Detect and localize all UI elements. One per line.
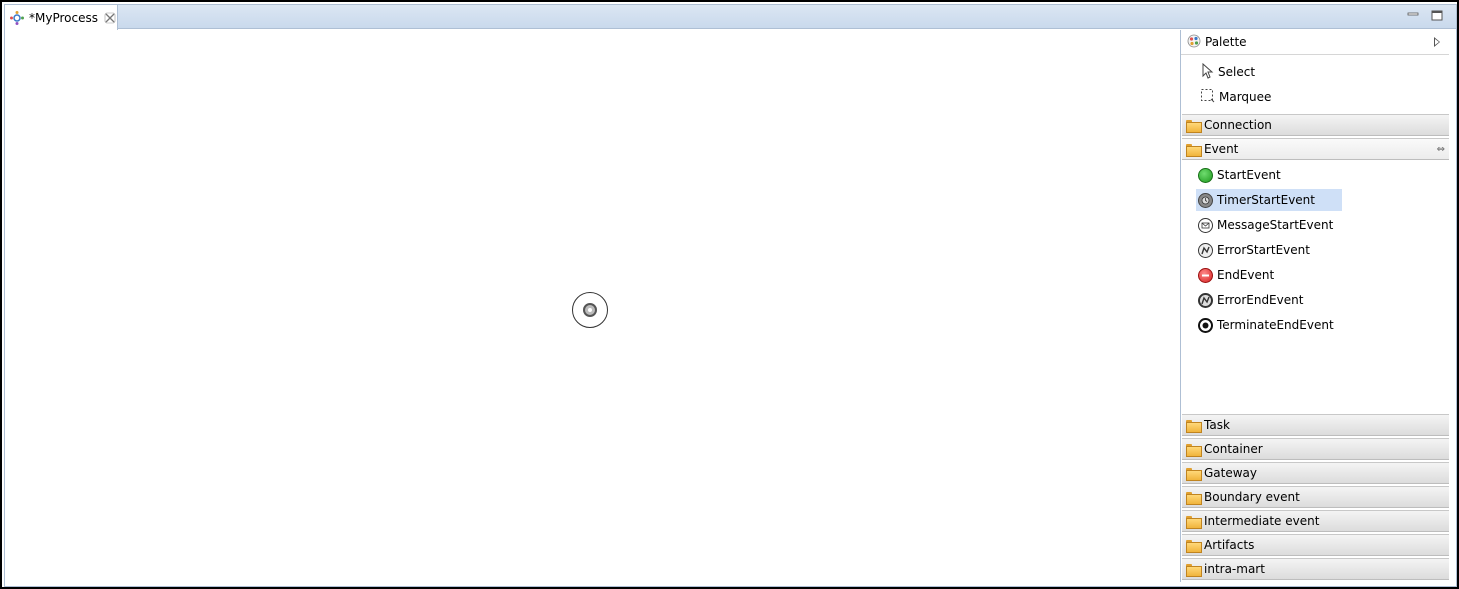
close-icon[interactable] bbox=[104, 12, 116, 24]
drawer-artifacts[interactable]: Artifacts bbox=[1182, 534, 1449, 556]
drawer-task[interactable]: Task bbox=[1182, 414, 1449, 436]
marquee-icon bbox=[1200, 88, 1215, 106]
palette-item-timer-start-event[interactable]: TimerStartEvent bbox=[1196, 189, 1342, 211]
drawer-intermediate-event[interactable]: Intermediate event bbox=[1182, 510, 1449, 532]
drawer-label: intra-mart bbox=[1204, 562, 1265, 576]
palette: Palette Select Marquee Connection Event … bbox=[1180, 30, 1449, 582]
pin-icon[interactable]: ⇔ bbox=[1437, 144, 1445, 155]
drawer-label: Gateway bbox=[1204, 466, 1258, 480]
message-start-event-icon bbox=[1198, 217, 1213, 233]
tool-label: Select bbox=[1218, 65, 1256, 79]
palette-item-end-event[interactable]: EndEvent bbox=[1196, 264, 1280, 286]
item-label: ErrorStartEvent bbox=[1217, 243, 1310, 257]
drawer-label: Task bbox=[1204, 418, 1230, 432]
folder-icon bbox=[1186, 467, 1202, 481]
palette-icon bbox=[1187, 34, 1201, 51]
item-label: EndEvent bbox=[1217, 268, 1275, 282]
drawer-label: Connection bbox=[1204, 118, 1272, 132]
item-label: TimerStartEvent bbox=[1217, 193, 1315, 207]
terminate-end-event-icon bbox=[1198, 317, 1213, 333]
drawer-label: Intermediate event bbox=[1204, 514, 1320, 528]
drawer-boundary-event[interactable]: Boundary event bbox=[1182, 486, 1449, 508]
start-event-icon bbox=[1198, 167, 1213, 183]
palette-item-message-start-event[interactable]: MessageStartEvent bbox=[1196, 214, 1339, 236]
palette-item-start-event[interactable]: StartEvent bbox=[1196, 164, 1287, 186]
palette-header[interactable]: Palette bbox=[1181, 30, 1449, 55]
error-end-event-icon bbox=[1198, 292, 1213, 308]
process-canvas[interactable] bbox=[5, 30, 1179, 586]
drawer-event[interactable]: Event ⇔ bbox=[1182, 138, 1449, 160]
arrow-pointer-icon bbox=[1200, 62, 1214, 82]
drawer-gateway[interactable]: Gateway bbox=[1182, 462, 1449, 484]
drawer-connection[interactable]: Connection bbox=[1182, 114, 1449, 136]
error-start-event-icon bbox=[1198, 242, 1213, 258]
item-label: MessageStartEvent bbox=[1217, 218, 1334, 232]
folder-icon bbox=[1186, 143, 1202, 157]
drawer-label: Artifacts bbox=[1204, 538, 1255, 552]
palette-item-error-start-event[interactable]: ErrorStartEvent bbox=[1196, 239, 1316, 261]
timer-icon bbox=[583, 303, 597, 317]
drawer-intra-mart[interactable]: intra-mart bbox=[1182, 558, 1449, 580]
editor-frame: *MyProcess Palette Select Marquee Connec… bbox=[4, 4, 1457, 587]
collapse-arrow-icon[interactable] bbox=[1434, 37, 1440, 47]
palette-item-terminate-end-event[interactable]: TerminateEndEvent bbox=[1196, 314, 1340, 336]
drawer-container[interactable]: Container bbox=[1182, 438, 1449, 460]
drawer-label: Container bbox=[1204, 442, 1263, 456]
timer-start-event-icon bbox=[1198, 192, 1213, 208]
tool-select[interactable]: Select bbox=[1200, 61, 1255, 83]
folder-icon bbox=[1186, 515, 1202, 529]
palette-title: Palette bbox=[1205, 35, 1247, 49]
item-label: StartEvent bbox=[1217, 168, 1281, 182]
drawer-label: Boundary event bbox=[1204, 490, 1300, 504]
drawer-label: Event bbox=[1204, 142, 1239, 156]
timer-start-event-shape[interactable] bbox=[572, 292, 608, 328]
tab-bar: *MyProcess bbox=[5, 5, 1456, 30]
folder-icon bbox=[1186, 443, 1202, 457]
folder-icon bbox=[1186, 419, 1202, 433]
maximize-icon[interactable] bbox=[1430, 8, 1444, 22]
item-label: ErrorEndEvent bbox=[1217, 293, 1304, 307]
process-icon bbox=[9, 10, 25, 26]
folder-icon bbox=[1186, 563, 1202, 577]
editor-window: *MyProcess Palette Select Marquee Connec… bbox=[0, 0, 1459, 589]
minimize-icon[interactable] bbox=[1406, 8, 1420, 22]
palette-item-error-end-event[interactable]: ErrorEndEvent bbox=[1196, 289, 1309, 311]
tool-marquee[interactable]: Marquee bbox=[1200, 86, 1271, 108]
item-label: TerminateEndEvent bbox=[1217, 318, 1334, 332]
folder-icon bbox=[1186, 491, 1202, 505]
tool-label: Marquee bbox=[1219, 90, 1272, 104]
tab-myprocess[interactable]: *MyProcess bbox=[5, 5, 118, 30]
folder-icon bbox=[1186, 119, 1202, 133]
tab-label: *MyProcess bbox=[29, 10, 98, 25]
end-event-icon bbox=[1198, 267, 1213, 283]
folder-icon bbox=[1186, 539, 1202, 553]
